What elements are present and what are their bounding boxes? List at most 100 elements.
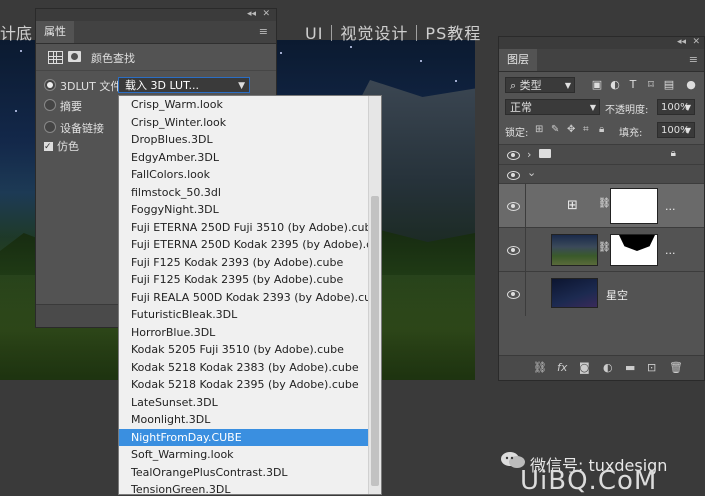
collapse-icon[interactable]: ◂◂: [677, 37, 686, 47]
lut-option[interactable]: TealOrangePlusContrast.3DL: [119, 464, 369, 482]
lock-move-icon[interactable]: ✥: [567, 124, 575, 135]
lut-dropdown-list[interactable]: Crisp_Warm.look Crisp_Winter.look DropBlue…: [118, 95, 382, 495]
dropdown-scrollbar[interactable]: [368, 96, 381, 494]
layer-photo[interactable]: ⛓ ...: [499, 227, 704, 272]
option-dither[interactable]: 仿色: [44, 139, 79, 155]
lock-artboard-icon[interactable]: ⌗: [583, 124, 589, 135]
lut-option[interactable]: Soft_Warming.look: [119, 446, 369, 464]
layer-group-expanded-row[interactable]: ⌄: [499, 164, 704, 183]
fx-icon[interactable]: fx: [557, 361, 567, 374]
properties-tabrow: 属性 ≡: [36, 21, 276, 44]
lut-option[interactable]: FoggyNight.3DL: [119, 201, 369, 219]
layer-starry-sky[interactable]: 星空: [499, 271, 704, 316]
lut-option[interactable]: Crisp_Warm.look: [119, 96, 369, 114]
option-abstract[interactable]: 摘要: [44, 99, 82, 115]
lut-option[interactable]: DropBlues.3DL: [119, 131, 369, 149]
option-3dlut-file[interactable]: 3DLUT 文件: [44, 79, 121, 95]
visibility-eye-icon[interactable]: [507, 244, 520, 258]
lock-transparent-icon[interactable]: ⊞: [535, 124, 543, 135]
visibility-eye-icon[interactable]: [507, 149, 520, 163]
lut-option[interactable]: Fuji REALA 500D Kodak 2393 (by Adobe).cu…: [119, 289, 381, 307]
lut-option[interactable]: Kodak 5218 Kodak 2383 (by Adobe).cube: [119, 359, 369, 377]
chevron-down-icon: ▼: [238, 81, 245, 91]
tab-layers[interactable]: 图层: [499, 49, 537, 71]
lock-paint-icon[interactable]: ✎: [551, 124, 559, 135]
new-layer-icon[interactable]: ⊡: [647, 361, 656, 374]
lut-option[interactable]: Fuji F125 Kodak 2393 (by Adobe).cube: [119, 254, 369, 272]
fill-label: 填充:: [619, 128, 643, 139]
lut-options: Crisp_Warm.look Crisp_Winter.look DropBlue…: [119, 96, 381, 494]
layer-filter-select[interactable]: ⌕ 类型 ▼: [505, 77, 575, 93]
layers-panel: ◂◂ ✕ 图层 ≡ ⌕ 类型 ▼ ▣ ◐ T ⌑ ▤ ● 正常 ▼ 不透明度: …: [498, 36, 705, 381]
panel-menu-icon[interactable]: ≡: [689, 53, 698, 66]
fill-field[interactable]: 100% ▼: [657, 122, 695, 138]
chevron-down-icon[interactable]: ⌄: [527, 166, 536, 179]
star: [280, 52, 282, 54]
radio-off-icon[interactable]: [44, 99, 56, 111]
lut-option[interactable]: Fuji ETERNA 250D Kodak 2395 (by Adobe).c…: [119, 236, 381, 254]
lut-option[interactable]: Fuji ETERNA 250D Fuji 3510 (by Adobe).cu…: [119, 219, 378, 237]
lut-file-select[interactable]: 载入 3D LUT... ▼: [118, 77, 250, 93]
shape-filter-icon[interactable]: ⌑: [645, 79, 657, 91]
lut-option[interactable]: Moonlight.3DL: [119, 411, 369, 429]
layer-filter-row: ⌕ 类型 ▼ ▣ ◐ T ⌑ ▤ ●: [505, 77, 700, 95]
panel-topbar: ◂◂ ✕: [36, 9, 276, 21]
add-mask-icon[interactable]: ◙: [579, 361, 590, 374]
mask-thumbnail[interactable]: [610, 188, 658, 224]
lut-option[interactable]: Kodak 5218 Kodak 2395 (by Adobe).cube: [119, 376, 369, 394]
tab-properties[interactable]: 属性: [36, 21, 74, 43]
lut-option[interactable]: Crisp_Winter.look: [119, 114, 369, 132]
chevron-down-icon: ▼: [564, 81, 571, 90]
new-group-icon[interactable]: ▬: [625, 361, 635, 374]
layer-color-lookup[interactable]: ⊞ ⛓ ...: [499, 183, 704, 228]
link-icon[interactable]: ⛓: [598, 198, 611, 209]
lut-option[interactable]: Fuji F125 Kodak 2395 (by Adobe).cube: [119, 271, 369, 289]
lock-all-icon[interactable]: 🔒︎: [599, 124, 604, 135]
filter-toggle-icon[interactable]: ●: [685, 79, 697, 91]
close-icon[interactable]: ✕: [262, 9, 270, 19]
chevron-right-icon[interactable]: ›: [527, 148, 531, 161]
lut-option[interactable]: HorrorBlue.3DL: [119, 324, 369, 342]
lut-option[interactable]: FallColors.look: [119, 166, 369, 184]
lut-option[interactable]: Kodak 5205 Fuji 3510 (by Adobe).cube: [119, 341, 369, 359]
color-lookup-icon[interactable]: [48, 51, 63, 64]
panel-menu-icon[interactable]: ≡: [259, 25, 268, 38]
chevron-down-icon: ▼: [684, 126, 691, 135]
lut-option[interactable]: NightFromDay.CUBE: [119, 428, 369, 446]
layer-group-row[interactable]: › 🔒︎: [499, 144, 704, 165]
mask-thumbnail[interactable]: [610, 234, 658, 266]
visibility-eye-icon[interactable]: [507, 288, 520, 302]
lut-option[interactable]: filmstock_50.3dl: [119, 184, 369, 202]
row-separator: [525, 228, 526, 272]
starry-sky-thumbnail[interactable]: [551, 278, 598, 308]
star: [20, 50, 22, 52]
link-layers-icon[interactable]: ⛓: [533, 361, 547, 374]
photo-thumbnail[interactable]: [551, 234, 598, 266]
visibility-eye-icon[interactable]: [507, 200, 520, 214]
blend-mode-select[interactable]: 正常 ▼: [505, 99, 600, 115]
lut-option[interactable]: EdgyAmber.3DL: [119, 149, 369, 167]
radio-on-icon[interactable]: [44, 79, 56, 91]
option-device-link[interactable]: 设备链接: [44, 121, 104, 137]
close-icon[interactable]: ✕: [692, 37, 700, 47]
adjustment-filter-icon[interactable]: ◐: [609, 79, 621, 91]
trash-icon[interactable]: 🗑︎: [669, 361, 683, 374]
image-filter-icon[interactable]: ▣: [591, 79, 603, 91]
checkbox-checked-icon[interactable]: [44, 139, 53, 155]
collapse-icon[interactable]: ◂◂: [247, 9, 256, 19]
lut-option[interactable]: LateSunset.3DL: [119, 394, 369, 412]
opacity-field[interactable]: 100% ▼: [657, 99, 695, 115]
lut-option[interactable]: TensionGreen.3DL: [119, 481, 369, 494]
layer-name[interactable]: 星空: [606, 287, 628, 303]
type-filter-icon[interactable]: T: [627, 79, 639, 91]
radio-off-icon[interactable]: [44, 121, 56, 133]
adjustment-layer-icon[interactable]: ◐: [603, 361, 613, 374]
scrollbar-thumb[interactable]: [371, 196, 379, 486]
visibility-eye-icon[interactable]: [507, 169, 520, 183]
link-icon[interactable]: ⛓: [598, 242, 611, 253]
option-label: 设备链接: [60, 122, 104, 135]
folder-icon: [539, 149, 551, 158]
lut-option[interactable]: FuturisticBleak.3DL: [119, 306, 369, 324]
smart-object-filter-icon[interactable]: ▤: [663, 79, 675, 91]
mask-icon[interactable]: [68, 51, 81, 62]
